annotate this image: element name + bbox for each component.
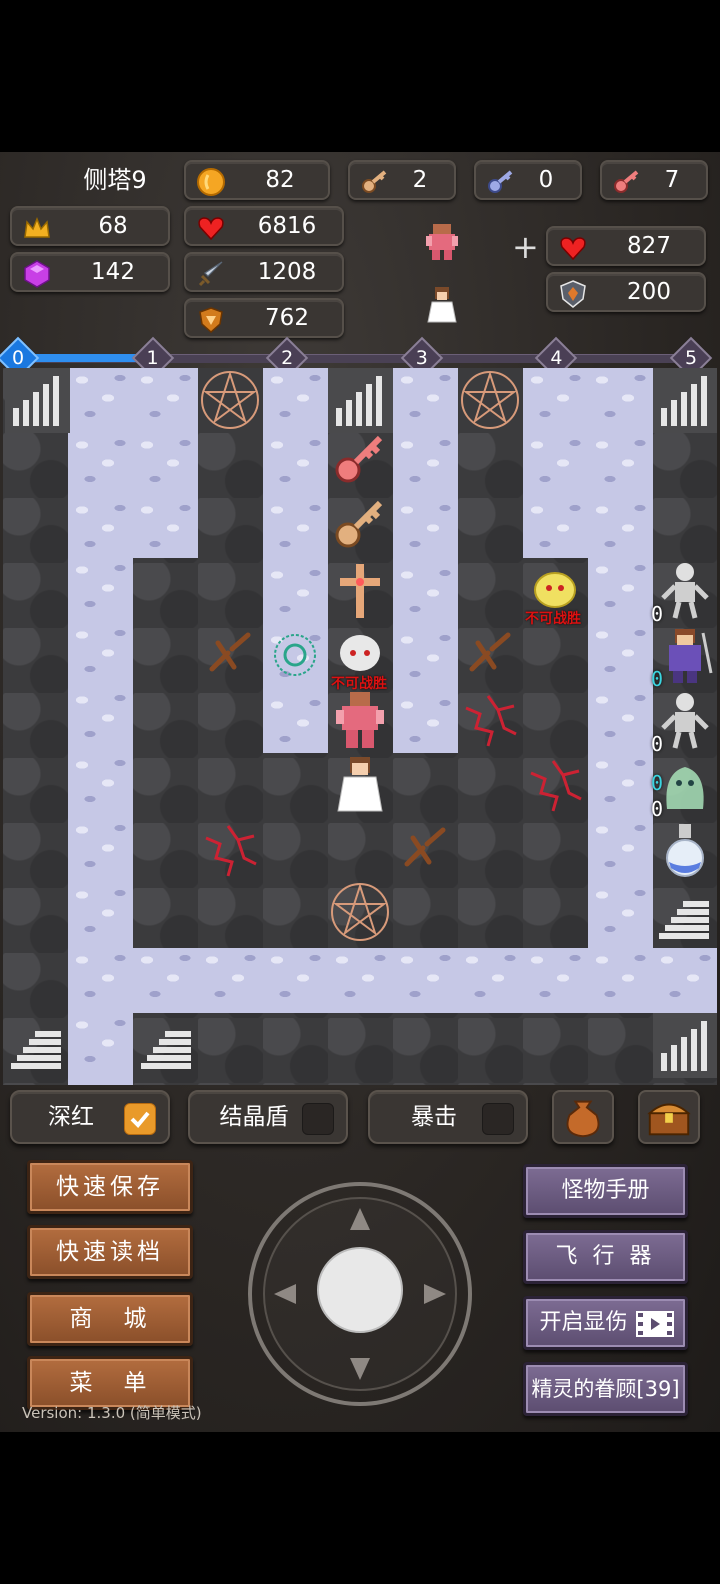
- blue-key-value: 0: [538, 167, 554, 193]
- flyer-button[interactable]: 飞 行 器: [523, 1230, 688, 1284]
- heart-icon: [198, 217, 224, 241]
- joystick-dpad[interactable]: [244, 1178, 476, 1410]
- gem-value: 142: [91, 259, 135, 285]
- crown-icon: [24, 216, 50, 238]
- navigation-bar-area: [0, 1432, 720, 1584]
- bones-icon: [469, 632, 511, 672]
- gem-stat: 142: [10, 252, 170, 292]
- yellow-key-item-icon[interactable]: [328, 493, 393, 558]
- bonus-hp-stat: 827: [546, 226, 706, 266]
- stairs-up-icon[interactable]: [5, 368, 70, 433]
- bones-icon: [209, 632, 251, 672]
- fairy-blessing-button[interactable]: 精灵的眷顾[39]: [523, 1362, 688, 1416]
- wall-block: [588, 558, 653, 948]
- defense-stat: 762: [184, 298, 344, 338]
- show-damage-label: 开启显伤: [539, 1310, 628, 1335]
- show-damage-button[interactable]: 开启显伤: [523, 1296, 688, 1350]
- gold-stat: 82: [184, 160, 330, 200]
- shield-icon: [199, 307, 223, 334]
- bag-button[interactable]: [552, 1090, 614, 1144]
- wall-block: [68, 558, 133, 948]
- wall-block: [68, 948, 717, 1013]
- badge-shield-icon: [560, 280, 586, 308]
- toggle-crystal-shield-label: 结晶盾: [219, 1104, 289, 1130]
- bonus-defense-stat: 200: [546, 272, 706, 312]
- pentagram-icon[interactable]: [198, 368, 263, 433]
- gold-coin-icon: [197, 168, 225, 196]
- pentagram-icon[interactable]: [328, 880, 393, 945]
- checkbox-unchecked-icon[interactable]: [302, 1103, 334, 1135]
- pentagram-icon[interactable]: [458, 368, 523, 433]
- bonus-hp-value: 827: [627, 233, 671, 259]
- defense-value: 762: [265, 305, 309, 331]
- attack-value: 1208: [257, 259, 317, 285]
- stairs-down-icon[interactable]: [135, 1013, 200, 1078]
- bonus-defense-value: 200: [627, 279, 671, 305]
- cracked-floor-icon: [205, 825, 257, 877]
- hp-value: 6816: [257, 213, 317, 239]
- damage-label: 0: [651, 771, 664, 795]
- stairs-up-icon[interactable]: [328, 368, 393, 433]
- version-text: Version: 1.3.0 (简单模式): [22, 1404, 202, 1422]
- shop-button[interactable]: 商 城: [27, 1292, 193, 1346]
- wall-block: [393, 368, 458, 753]
- wall-block: [523, 368, 653, 558]
- floor-title: 侧塔9: [83, 166, 147, 194]
- blue-key-icon: [488, 170, 513, 193]
- checkbox-checked-icon[interactable]: [124, 1103, 156, 1135]
- fairy-sprite-icon[interactable]: [328, 753, 393, 818]
- toggle-crystal-shield[interactable]: 结晶盾: [188, 1090, 348, 1144]
- level-value: 68: [98, 213, 128, 239]
- red-key-icon: [614, 170, 639, 193]
- yellow-key-value: 2: [412, 167, 428, 193]
- stairs-down-icon[interactable]: [5, 1013, 70, 1078]
- joystick-knob: [317, 1247, 403, 1333]
- fairy-portrait-icon: [427, 287, 457, 323]
- hero-sprite-icon[interactable]: [328, 688, 393, 753]
- red-key-value: 7: [664, 167, 680, 193]
- toggle-crimson-label: 深红: [48, 1104, 94, 1130]
- cross-item-icon[interactable]: [328, 558, 393, 623]
- heart-icon: [560, 237, 586, 261]
- hp-stat: 6816: [184, 206, 344, 246]
- stairs-up-icon[interactable]: [653, 1013, 717, 1078]
- wall-block: [68, 1013, 133, 1085]
- bones-icon: [404, 827, 446, 867]
- gold-value: 82: [265, 167, 295, 193]
- yellow-key-icon: [362, 170, 387, 193]
- quick-load-button[interactable]: 快速读档: [27, 1225, 193, 1279]
- checkbox-unchecked-icon[interactable]: [482, 1103, 514, 1135]
- treasure-chest-button[interactable]: [638, 1090, 700, 1144]
- red-key-stat: 7: [600, 160, 708, 200]
- potion-item-icon[interactable]: [653, 818, 717, 883]
- toggle-critical[interactable]: 暴击: [368, 1090, 528, 1144]
- blue-key-stat: 0: [474, 160, 582, 200]
- money-bag-icon: [566, 1100, 600, 1138]
- tower-map[interactable]: 不可战胜 不可战胜 0 0 0 0 0: [3, 368, 717, 1085]
- toggle-critical-label: 暴击: [411, 1104, 457, 1130]
- sword-icon: [198, 261, 223, 287]
- teleport-ring-icon[interactable]: [263, 623, 328, 688]
- gem-icon: [24, 260, 50, 288]
- invincible-tag: 不可战胜: [525, 611, 581, 627]
- cracked-floor-icon: [530, 760, 582, 812]
- quick-save-button[interactable]: 快速保存: [27, 1160, 193, 1214]
- wall-block: [263, 368, 328, 753]
- monster-book-button[interactable]: 怪物手册: [523, 1164, 688, 1218]
- status-bar-area: [0, 0, 720, 152]
- video-icon: [636, 1311, 674, 1337]
- stairs-up-icon[interactable]: [653, 368, 717, 433]
- treasure-chest-icon: [647, 1103, 691, 1136]
- plus-sign: +: [512, 228, 539, 266]
- hero-portrait-icon: [426, 224, 458, 260]
- stairs-down-icon[interactable]: [653, 883, 717, 948]
- yellow-key-stat: 2: [348, 160, 456, 200]
- red-key-item-icon[interactable]: [328, 428, 393, 493]
- level-stat: 68: [10, 206, 170, 246]
- attack-stat: 1208: [184, 252, 344, 292]
- wall-block: [68, 368, 198, 558]
- toggle-crimson[interactable]: 深红: [10, 1090, 170, 1144]
- cracked-floor-icon: [465, 695, 517, 747]
